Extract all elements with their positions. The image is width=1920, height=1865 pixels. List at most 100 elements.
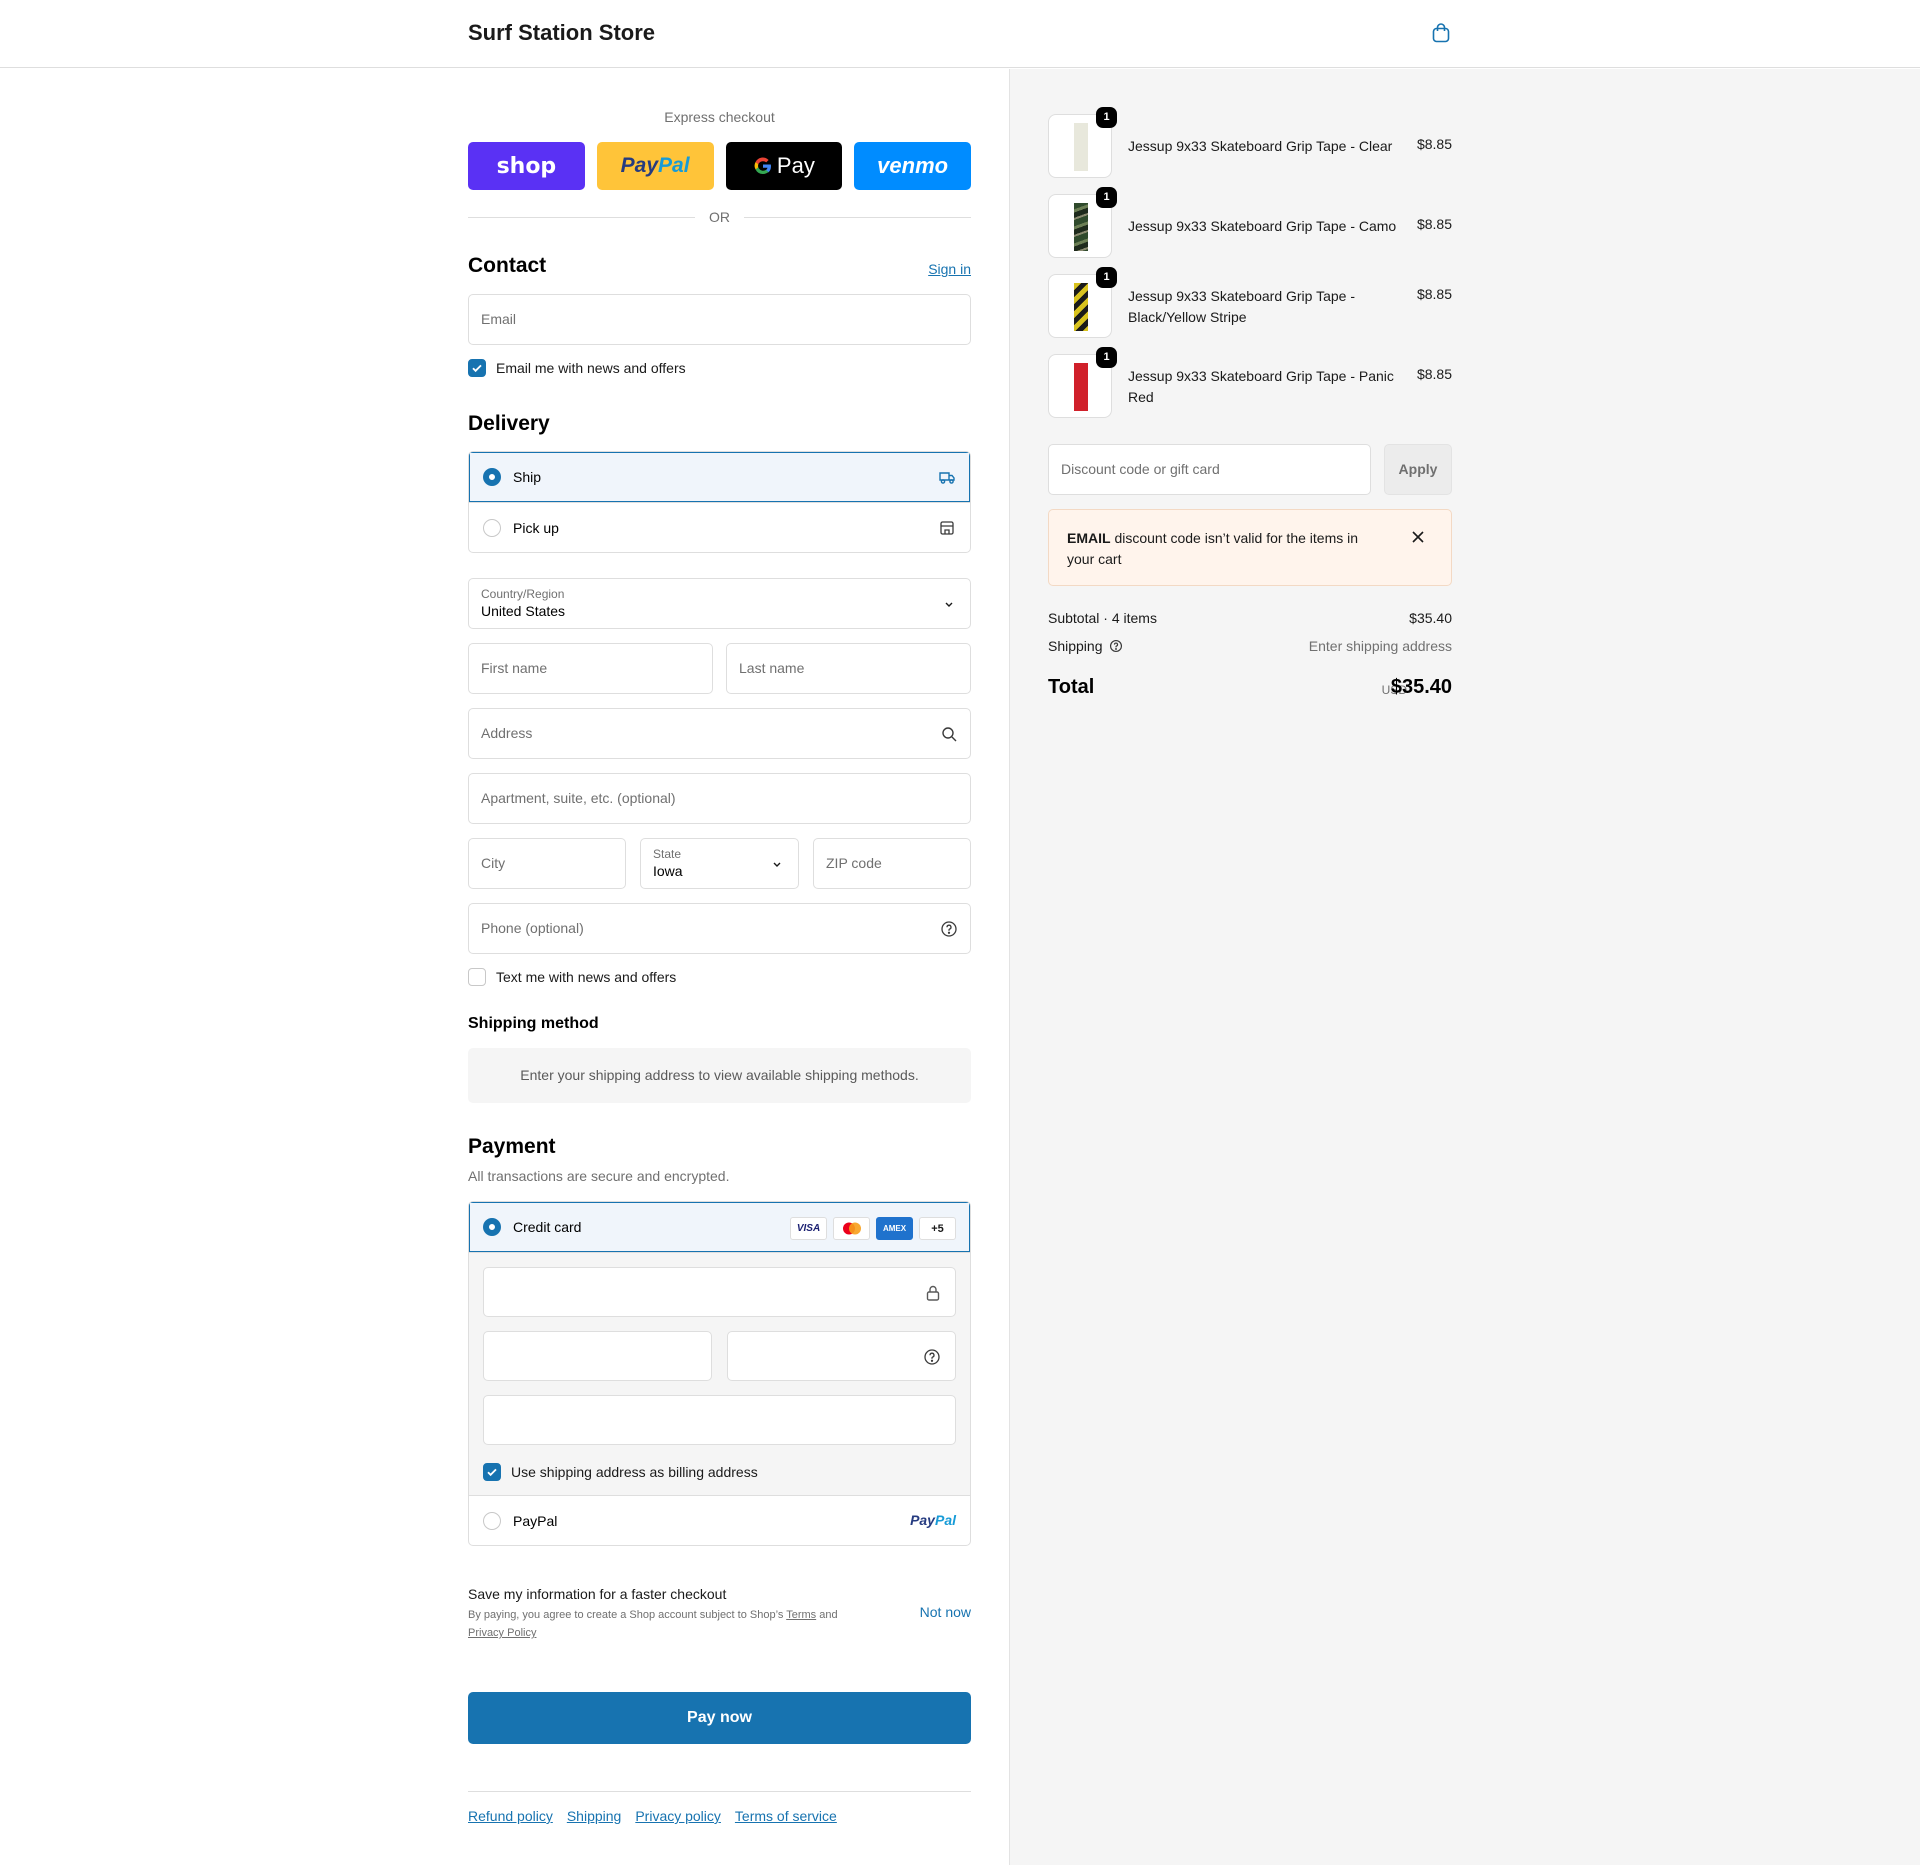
subtotal-value: $35.40 [1409, 610, 1452, 626]
product-name: Jessup 9x33 Skateboard Grip Tape - Clear [1128, 138, 1393, 154]
payment-method-group: Credit card VISA AMEX +5 Use shipping ad… [468, 1201, 971, 1546]
name-on-card-field[interactable] [483, 1395, 956, 1445]
billing-same-label: Use shipping address as billing address [511, 1464, 758, 1480]
delivery-method-group: Ship Pick up [468, 451, 971, 553]
amex-icon: AMEX [876, 1217, 913, 1240]
checkmark-icon [487, 1468, 497, 1477]
product-price: $8.85 [1416, 136, 1452, 152]
email-field[interactable]: Email [468, 294, 971, 345]
discount-code-name: EMAIL [1067, 530, 1111, 546]
ship-radio[interactable] [483, 468, 501, 486]
total-value: $35.40 [1390, 676, 1452, 698]
address-field[interactable]: Address [468, 708, 971, 759]
pay-now-button[interactable]: Pay now [468, 1692, 971, 1744]
store-name[interactable]: Surf Station Store [468, 20, 655, 46]
shipping-policy-link[interactable]: Shipping [567, 1808, 622, 1824]
paypal-logo-part1: Pay [620, 154, 659, 177]
product-price: $8.85 [1416, 216, 1452, 232]
paypal-logo: PayPal [910, 1512, 956, 1528]
pickup-radio[interactable] [483, 518, 501, 537]
discount-code-field[interactable]: Discount code or gift card [1048, 444, 1371, 495]
apartment-field[interactable]: Apartment, suite, etc. (optional) [468, 773, 971, 824]
state-value: Iowa [653, 863, 683, 879]
or-divider: OR [468, 207, 971, 227]
subtotal-label: Subtotal · 4 items [1048, 610, 1157, 626]
shipping-method-message: Enter your shipping address to view avai… [468, 1048, 971, 1103]
paypal-logo-part2: Pal [658, 154, 690, 177]
chevron-down-icon [773, 862, 781, 867]
card-brands: VISA AMEX +5 [790, 1217, 956, 1240]
grip-tape-image [1074, 283, 1088, 331]
delivery-option-ship[interactable]: Ship [469, 452, 970, 502]
payment-option-paypal[interactable]: PayPal PayPal [469, 1495, 970, 1545]
apply-discount-button[interactable]: Apply [1384, 444, 1452, 495]
payment-subtitle: All transactions are secure and encrypte… [468, 1168, 730, 1184]
credit-card-radio[interactable] [483, 1218, 501, 1236]
terms-link[interactable]: Terms [786, 1609, 816, 1621]
pickup-label: Pick up [513, 519, 559, 536]
paypal-logo-part1: Pay [910, 1512, 935, 1528]
grip-tape-image [1074, 123, 1088, 171]
discount-error-text: discount code isn’t valid for the items … [1067, 530, 1359, 567]
store-icon [940, 521, 954, 535]
zip-placeholder: ZIP code [826, 855, 882, 871]
shopping-bag-icon[interactable] [1430, 22, 1452, 44]
privacy-policy-link[interactable]: Privacy Policy [468, 1627, 536, 1639]
paypal-radio[interactable] [483, 1511, 501, 1530]
not-now-button[interactable]: Not now [920, 1604, 971, 1620]
save-info-section: Save my information for a faster checkou… [468, 1586, 971, 1642]
product-price: $8.85 [1416, 286, 1452, 302]
last-name-placeholder: Last name [739, 660, 805, 676]
email-news-checkbox-row[interactable]: Email me with news and offers [468, 359, 686, 377]
product-name: Jessup 9x33 Skateboard Grip Tape - Black… [1128, 288, 1355, 325]
terms-of-service-link[interactable]: Terms of service [735, 1808, 837, 1824]
first-name-field[interactable]: First name [468, 643, 713, 694]
ship-label: Ship [513, 469, 542, 485]
quantity-badge: 1 [1096, 347, 1117, 368]
expiration-date-field[interactable] [483, 1331, 712, 1381]
payment-option-credit-card[interactable]: Credit card VISA AMEX +5 [469, 1202, 970, 1252]
phone-field[interactable]: Phone (optional) [468, 903, 971, 954]
product-name: Jessup 9x33 Skateboard Grip Tape - Panic… [1128, 368, 1394, 405]
country-select[interactable]: Country/Region United States [468, 578, 971, 629]
sign-in-link[interactable]: Sign in [928, 261, 971, 277]
security-code-field[interactable] [727, 1331, 956, 1381]
phone-placeholder: Phone (optional) [481, 920, 584, 936]
product-name: Jessup 9x33 Skateboard Grip Tape - Camo [1128, 218, 1397, 234]
last-name-field[interactable]: Last name [726, 643, 971, 694]
chevron-down-icon [945, 602, 953, 607]
visa-icon: VISA [790, 1217, 827, 1240]
cart-item: 1 Jessup 9x33 Skateboard Grip Tape - Pan… [1048, 347, 1452, 420]
card-number-field[interactable] [483, 1267, 956, 1317]
shipping-row: Shipping Enter shipping address [1048, 638, 1452, 654]
city-placeholder: City [481, 855, 506, 871]
total-label: Total [1048, 676, 1095, 698]
delivery-option-pickup[interactable]: Pick up [469, 502, 970, 552]
text-news-checkbox-row[interactable]: Text me with news and offers [468, 968, 676, 986]
close-icon[interactable] [1411, 530, 1425, 544]
privacy-policy-footer-link[interactable]: Privacy policy [635, 1808, 721, 1824]
billing-same-checkbox-row[interactable]: Use shipping address as billing address [483, 1463, 758, 1481]
country-label: Country/Region [481, 587, 565, 601]
shop-pay-button[interactable]: shop [468, 142, 585, 190]
paypal-express-button[interactable]: Pay Pal [596, 142, 714, 190]
shipping-method-heading: Shipping method [468, 1015, 599, 1032]
state-select[interactable]: State Iowa [640, 838, 799, 889]
venmo-button[interactable]: venmo [854, 142, 971, 190]
truck-icon [939, 472, 955, 484]
zip-field[interactable]: ZIP code [813, 838, 971, 889]
google-pay-button[interactable]: Pay [725, 142, 843, 190]
text-news-checkbox[interactable] [468, 968, 486, 986]
billing-same-checkbox[interactable] [483, 1463, 501, 1481]
search-icon [942, 727, 957, 742]
city-field[interactable]: City [468, 838, 626, 889]
email-placeholder: Email [481, 311, 517, 327]
header: Surf Station Store [0, 0, 1920, 68]
help-circle-icon[interactable] [940, 920, 958, 938]
shop-pay-logo: shop [496, 153, 557, 179]
email-news-checkbox[interactable] [468, 359, 486, 377]
help-circle-icon[interactable] [923, 1348, 941, 1366]
shipping-value: Enter shipping address [1308, 638, 1452, 654]
help-circle-icon[interactable] [1109, 639, 1123, 653]
refund-policy-link[interactable]: Refund policy [468, 1808, 553, 1824]
